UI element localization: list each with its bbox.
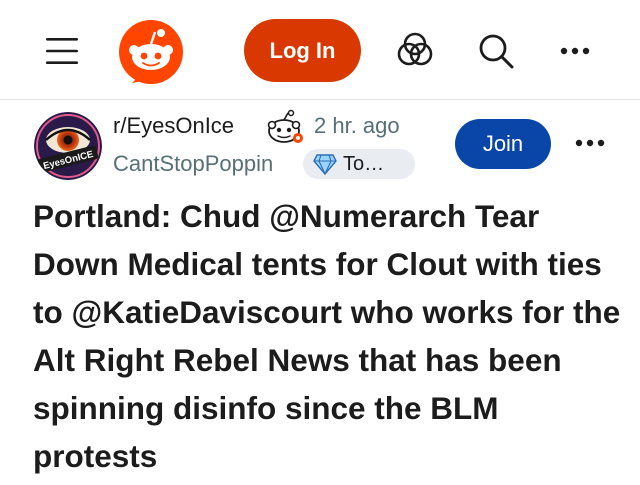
post-title[interactable]: Portland: Chud @Numerarch Tear Down Medi… (33, 192, 623, 480)
user-flair: To… (303, 149, 415, 179)
reddit-logo-icon[interactable] (118, 19, 184, 85)
login-button[interactable]: Log In (244, 19, 361, 82)
join-button[interactable]: Join (455, 119, 551, 169)
subreddit-avatar[interactable]: EyesOnICE (34, 112, 102, 180)
chat-bubbles-icon[interactable] (395, 31, 435, 71)
flair-text: To… (343, 152, 385, 175)
hamburger-menu-icon[interactable] (44, 36, 80, 66)
subreddit-name[interactable]: r/EyesOnIce (113, 113, 234, 139)
post-card: EyesOnICE r/EyesOnIce 2 hr. ago CantStop… (0, 101, 640, 485)
author-name[interactable]: CantStopPoppin (113, 151, 273, 177)
post-more-options-icon[interactable] (570, 131, 610, 155)
diamond-icon (313, 154, 337, 175)
search-icon[interactable] (476, 31, 516, 71)
top-navigation-bar: Log In (0, 0, 640, 100)
post-time: 2 hr. ago (314, 113, 400, 138)
snoo-avatar-icon (265, 109, 305, 147)
more-horizontal-icon[interactable] (555, 31, 595, 71)
